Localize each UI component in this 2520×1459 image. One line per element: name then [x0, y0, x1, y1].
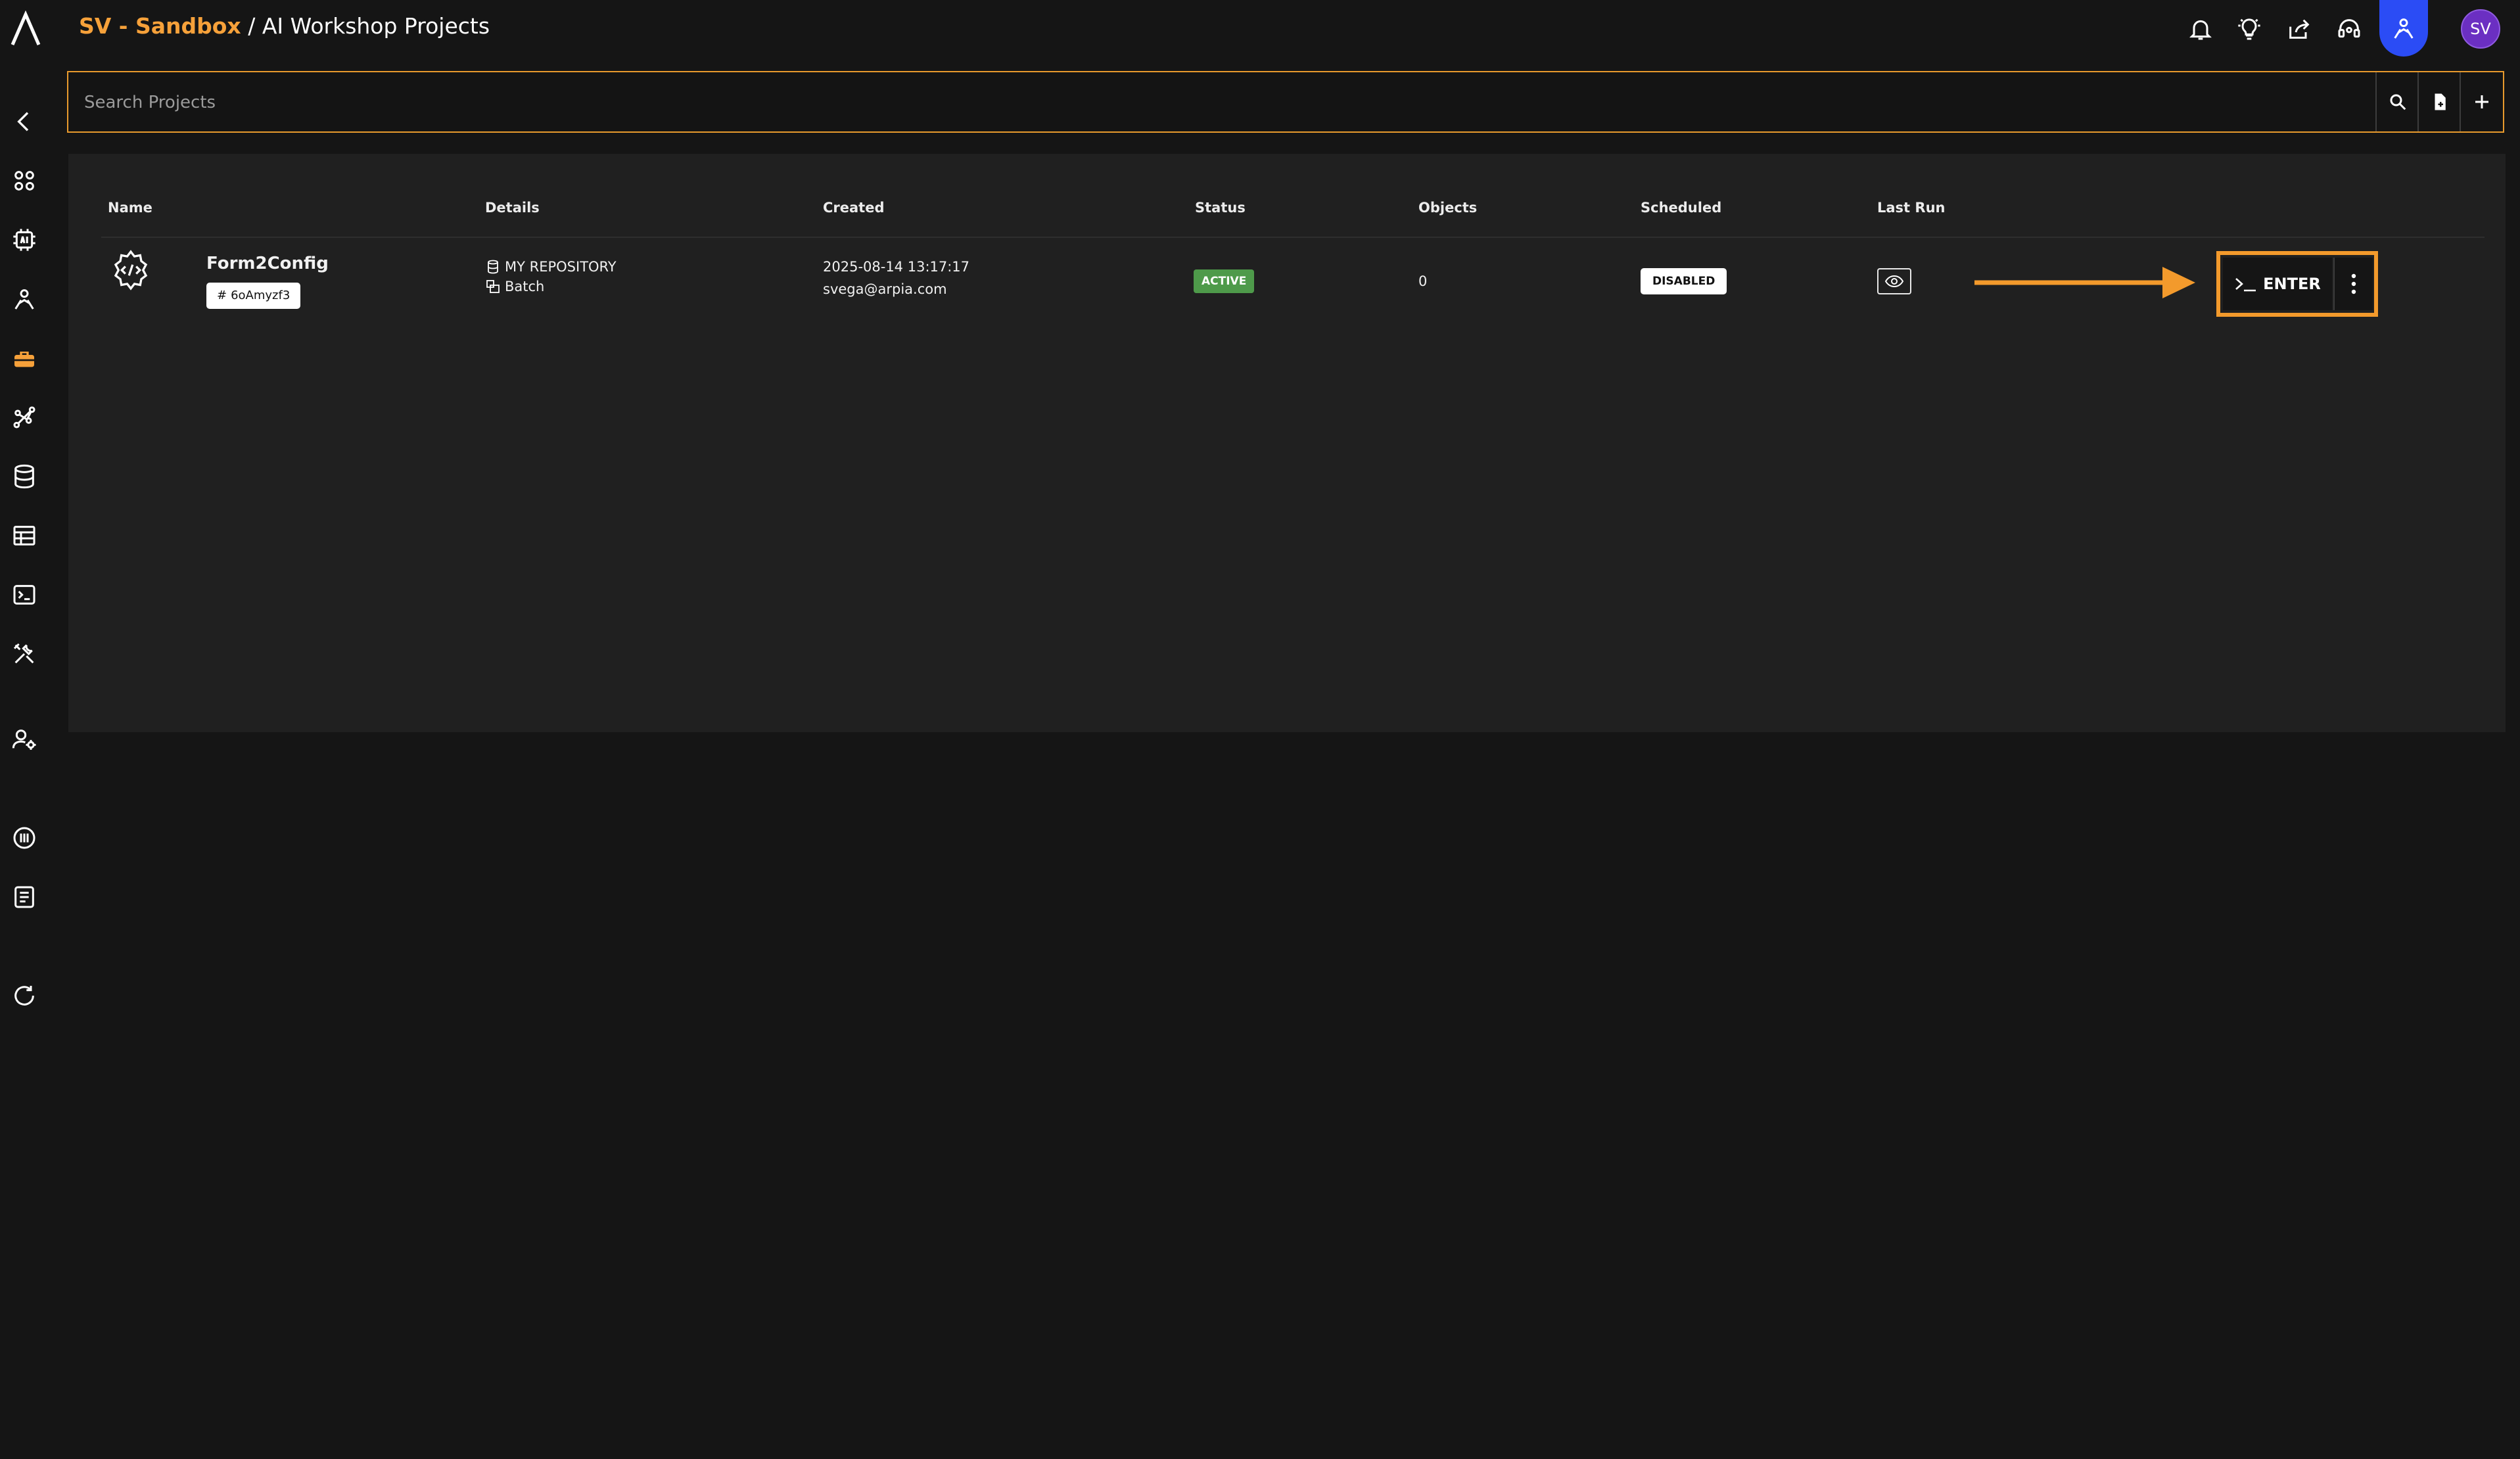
- page-title: AI Workshop Projects: [262, 13, 490, 39]
- search-input[interactable]: [83, 72, 2386, 133]
- hash-icon: #: [217, 289, 227, 302]
- back-icon[interactable]: [7, 104, 42, 139]
- add-project-button[interactable]: [2460, 72, 2503, 131]
- lightbulb-icon[interactable]: [2232, 12, 2266, 46]
- scheduled-badge[interactable]: DISABLED: [1641, 268, 1727, 294]
- status-badge: ACTIVE: [1194, 269, 1255, 293]
- search-icon: [2390, 94, 2406, 110]
- file-icon: [2435, 93, 2446, 110]
- ai-chip-icon[interactable]: [7, 222, 42, 258]
- enter-label: ENTER: [2263, 275, 2321, 293]
- app-logo[interactable]: [9, 11, 42, 47]
- project-details: MY REPOSITORY Batch: [485, 259, 617, 294]
- kebab-menu-icon: [2351, 273, 2356, 294]
- project-id: 6oAmyzf3: [231, 289, 291, 302]
- last-run-view-button[interactable]: [1877, 268, 1911, 294]
- breadcrumb-workspace[interactable]: SV - Sandbox: [79, 13, 241, 39]
- project-created: 2025-08-14 13:17:17 svega@arpia.com: [823, 259, 969, 297]
- tools-icon[interactable]: [7, 636, 42, 672]
- column-header-status[interactable]: Status: [1195, 200, 1246, 216]
- repository-label: MY REPOSITORY: [505, 259, 617, 275]
- bell-icon[interactable]: [2183, 12, 2218, 46]
- top-bar: SV - Sandbox / AI Workshop Projects SV: [0, 0, 2520, 58]
- breadcrumb: SV - Sandbox / AI Workshop Projects: [79, 12, 490, 41]
- objects-count: 0: [1418, 273, 1428, 289]
- project-id-badge[interactable]: #6oAmyzf3: [206, 283, 301, 309]
- plus-icon: [2475, 95, 2488, 108]
- created-date: 2025-08-14 13:17:17: [823, 259, 970, 275]
- project-code-gear-icon: [114, 250, 148, 290]
- created-by: svega@arpia.com: [823, 281, 947, 297]
- column-header-scheduled[interactable]: Scheduled: [1641, 200, 1721, 216]
- user-settings-icon[interactable]: [7, 722, 42, 757]
- column-header-created[interactable]: Created: [823, 200, 885, 216]
- type-label: Batch: [505, 279, 545, 294]
- column-header-last-run[interactable]: Last Run: [1877, 200, 1945, 216]
- avatar[interactable]: SV: [2461, 9, 2500, 49]
- database-small-icon: [488, 260, 498, 274]
- breadcrumb-separator: /: [241, 13, 262, 39]
- search-button[interactable]: [2375, 72, 2419, 131]
- database-icon[interactable]: [7, 459, 42, 494]
- header-divider: [101, 237, 2485, 238]
- project-name[interactable]: Form2Config: [206, 254, 329, 273]
- column-header-objects[interactable]: Objects: [1418, 200, 1477, 216]
- share-icon[interactable]: [2282, 12, 2316, 46]
- enter-button[interactable]: ENTER: [2223, 258, 2332, 310]
- search-bar: [67, 71, 2504, 133]
- row-more-button[interactable]: [2333, 258, 2373, 310]
- eye-icon: [1884, 275, 1904, 288]
- projects-table: Name Details Created Status Objects Sche…: [68, 154, 2506, 732]
- apps-grid-icon[interactable]: [7, 163, 42, 198]
- support-headset-icon[interactable]: [2332, 12, 2366, 46]
- column-header-details[interactable]: Details: [485, 200, 540, 216]
- refresh-icon[interactable]: [7, 978, 42, 1013]
- toolbox-icon[interactable]: [7, 340, 42, 376]
- table-icon[interactable]: [7, 518, 42, 553]
- detail-type: Batch: [485, 279, 617, 294]
- import-file-button[interactable]: [2417, 72, 2461, 131]
- sidebar: [0, 58, 53, 1459]
- annotation-arrow: [1974, 267, 2195, 298]
- ai-agent-icon[interactable]: [2379, 0, 2428, 57]
- batch-icon: [486, 280, 500, 293]
- table-row[interactable]: Form2Config #6oAmyzf3 MY REPOSITORY Batc…: [101, 239, 2485, 338]
- terminal-prompt-icon: [2235, 278, 2256, 292]
- info-icon[interactable]: [7, 820, 42, 856]
- column-header-name[interactable]: Name: [108, 200, 152, 216]
- graph-icon[interactable]: [7, 400, 42, 435]
- terminal-icon[interactable]: [7, 577, 42, 613]
- detail-repository: MY REPOSITORY: [485, 259, 617, 275]
- ai-agent-nav-icon[interactable]: [7, 281, 42, 317]
- docs-icon[interactable]: [7, 879, 42, 915]
